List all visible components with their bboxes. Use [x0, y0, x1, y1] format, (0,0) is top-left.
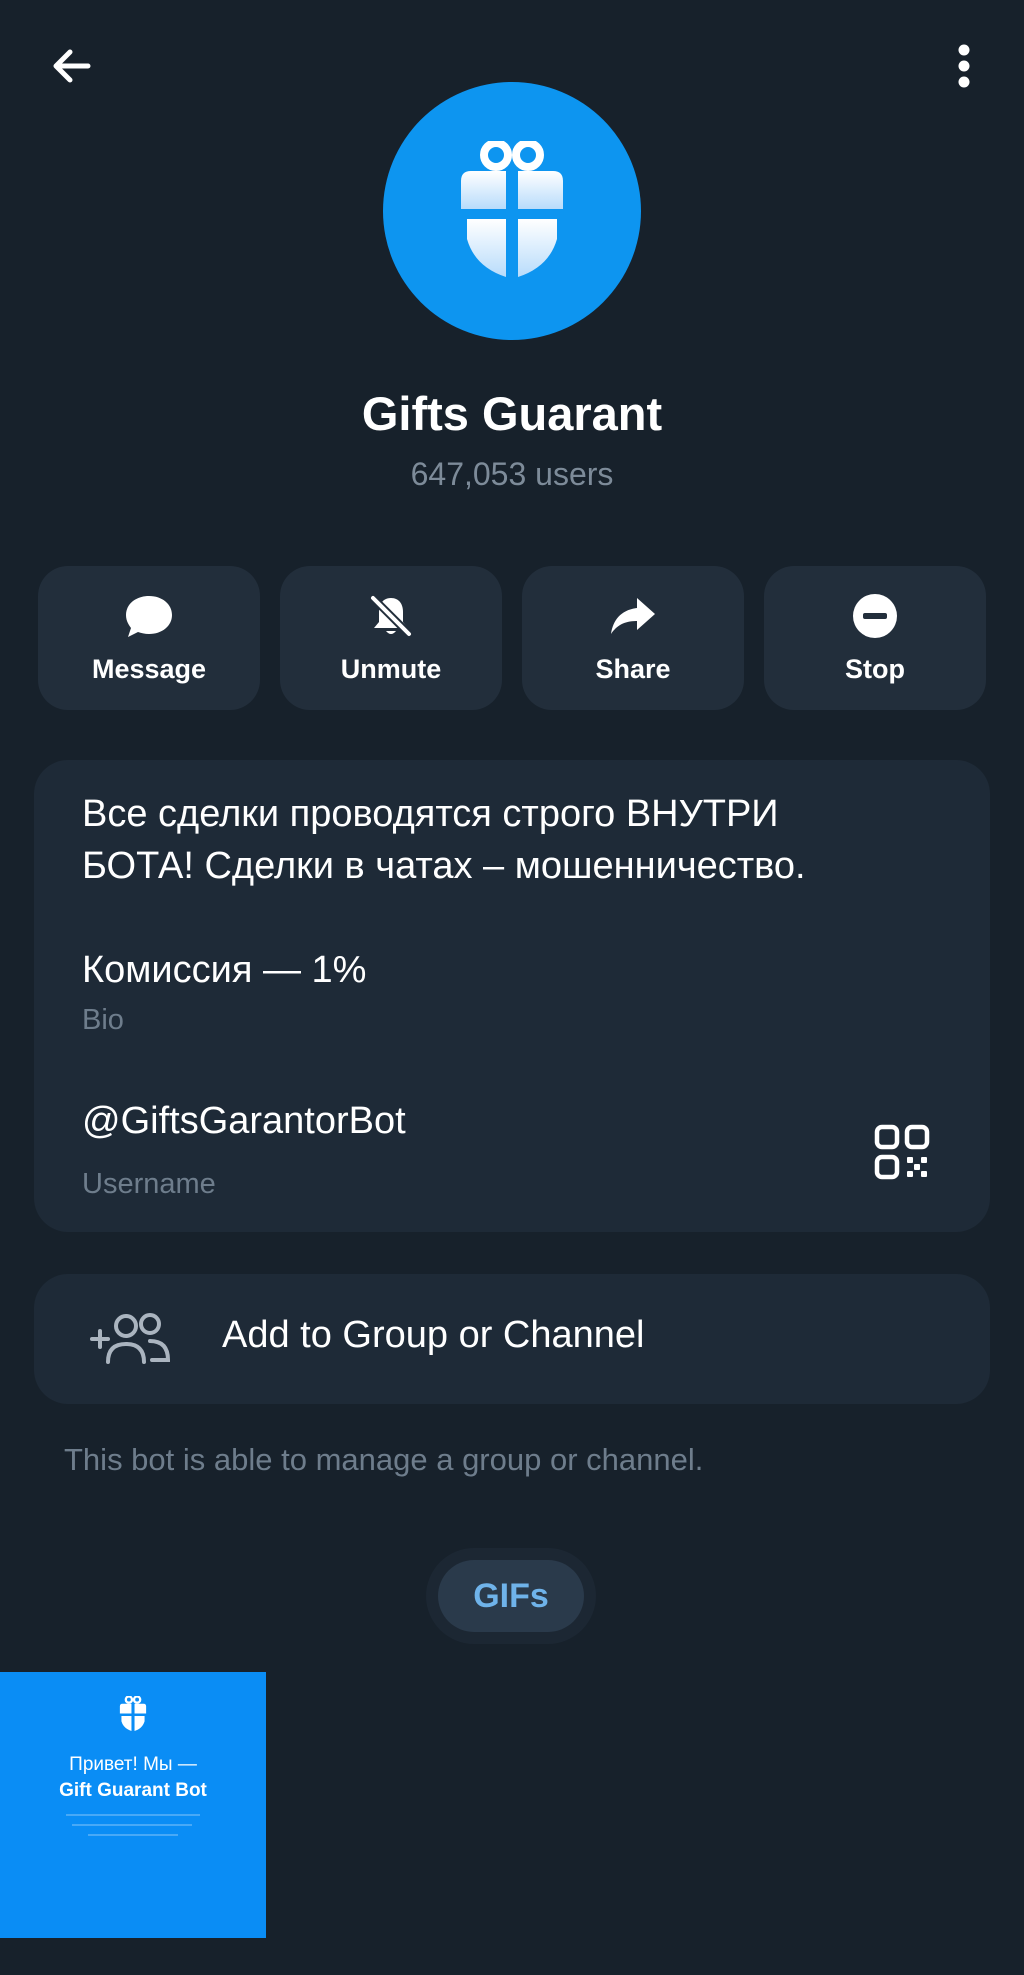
- action-bar: Message Unmute Share Stop: [38, 566, 986, 710]
- gif-caption-line2: Gift Guarant Bot: [59, 1780, 207, 1801]
- add-users-icon: [90, 1313, 171, 1364]
- gif-thumbnail[interactable]: Привет! Мы — Gift Guarant Bot: [0, 1672, 266, 1938]
- share-arrow-icon: [611, 597, 655, 634]
- bot-name: Gifts Guarant: [361, 387, 663, 440]
- add-to-group-label: Add to Group or Channel: [222, 1314, 645, 1356]
- stop-button[interactable]: Stop: [764, 566, 986, 710]
- user-count: 647,053 users: [410, 456, 614, 492]
- qr-code-icon: [874, 1124, 930, 1180]
- message-bubble-icon: [126, 595, 172, 637]
- info-card: Все сделки проводятся строго ВНУТРИ БОТА…: [34, 760, 990, 1232]
- username-caption: Username: [82, 1168, 216, 1200]
- media-tab-bar: GIFs: [426, 1548, 596, 1644]
- gif-faint-line: [66, 1814, 200, 1816]
- bell-off-icon: [370, 594, 412, 637]
- gift-icon: [461, 141, 563, 277]
- add-to-group-button[interactable]: Add to Group or Channel: [34, 1274, 990, 1404]
- stop-label: Stop: [845, 653, 905, 684]
- gif-faint-line: [72, 1824, 192, 1826]
- more-vertical-icon: [958, 44, 970, 88]
- bio-text: Все сделки проводятся строго ВНУТРИ БОТА…: [82, 793, 806, 991]
- add-to-group-helper: This bot is able to manage a group or ch…: [64, 1442, 704, 1477]
- bot-avatar[interactable]: [383, 82, 641, 340]
- more-menu-button[interactable]: [944, 38, 984, 94]
- bio-caption: Bio: [82, 1004, 124, 1036]
- bot-profile-screen: Gifts Guarant 647,053 users Message Unmu…: [0, 0, 1024, 1975]
- gif-caption-line1: Привет! Мы —: [69, 1754, 197, 1775]
- gif-faint-line: [88, 1834, 178, 1836]
- gift-icon: [119, 1696, 147, 1731]
- back-button[interactable]: [44, 38, 100, 94]
- message-label: Message: [91, 653, 207, 684]
- stop-icon: [853, 593, 897, 638]
- qr-code-button[interactable]: [874, 1124, 930, 1180]
- tab-gifs[interactable]: GIFs: [438, 1560, 584, 1632]
- message-button[interactable]: Message: [38, 566, 260, 710]
- share-label: Share: [595, 653, 671, 684]
- share-button[interactable]: Share: [522, 566, 744, 710]
- unmute-label: Unmute: [340, 653, 442, 684]
- arrow-left-icon: [53, 49, 91, 83]
- unmute-button[interactable]: Unmute: [280, 566, 502, 710]
- username-value[interactable]: @GiftsGarantorBot: [82, 1100, 406, 1143]
